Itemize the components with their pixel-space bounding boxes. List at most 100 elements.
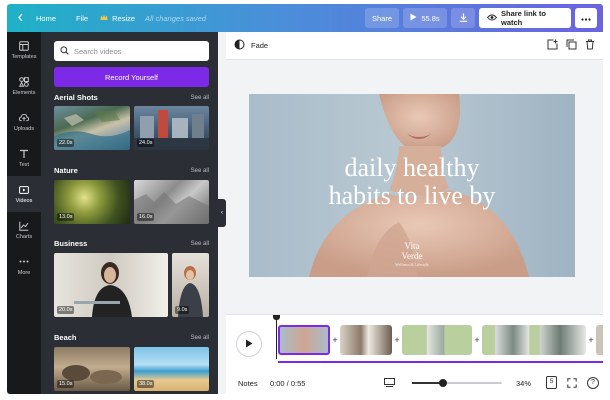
- collapse-panel-button[interactable]: ‹: [218, 199, 226, 227]
- duplicate-icon[interactable]: [566, 39, 577, 52]
- chart-icon: [19, 221, 29, 231]
- rail-item-elements[interactable]: Elements: [7, 68, 41, 104]
- page-count-button[interactable]: 5: [546, 376, 557, 389]
- back-button[interactable]: Home: [7, 8, 62, 28]
- rail-label: Elements: [12, 89, 36, 96]
- crown-icon: [100, 14, 108, 23]
- video-duration: 15.0s: [57, 380, 75, 388]
- timeline-play-button[interactable]: [236, 331, 262, 357]
- chevron-left-icon: ‹: [221, 210, 223, 216]
- download-icon: [459, 13, 468, 24]
- slide-headline-1[interactable]: daily healthy: [249, 154, 575, 182]
- effect-label[interactable]: Fade: [251, 41, 268, 50]
- zoom-level[interactable]: 34%: [516, 379, 531, 388]
- brand-name-2[interactable]: Verde: [249, 251, 575, 261]
- timeline-clip[interactable]: [278, 325, 330, 355]
- video-duration: 24.0s: [137, 139, 155, 147]
- play-icon: [245, 339, 253, 350]
- play-duration: 55.8s: [421, 13, 440, 23]
- app-window: Home File Resize All changes saved Share…: [7, 4, 603, 394]
- editor-actions: [547, 39, 595, 52]
- zoom-knob[interactable]: [438, 379, 447, 387]
- chevron-left-icon: [17, 13, 24, 24]
- play-icon: [410, 13, 417, 23]
- rail-item-charts[interactable]: Charts: [7, 212, 41, 248]
- see-all-link[interactable]: See all: [191, 168, 209, 174]
- video-icon: [19, 185, 29, 195]
- rail-item-videos[interactable]: Videos: [7, 176, 41, 212]
- search-icon: [60, 45, 69, 57]
- timeline: + + + +: [226, 314, 603, 372]
- section-title: Beach: [54, 333, 77, 342]
- section-header-aerial: Aerial Shots See all: [54, 93, 209, 102]
- zoom-slider[interactable]: [412, 379, 502, 387]
- rail-label: Charts: [15, 233, 33, 240]
- topbar-actions: Share 55.8s Share link to watch: [365, 8, 597, 28]
- template-icon: [19, 40, 29, 51]
- video-duration: 20.0s: [57, 306, 75, 314]
- section-header-nature: Nature See all: [54, 166, 209, 175]
- share-link-label: Share link to watch: [501, 9, 547, 27]
- video-thumbnail[interactable]: 20.0s: [54, 253, 168, 317]
- add-clip-icon[interactable]: +: [392, 335, 402, 345]
- video-duration: 22.0s: [57, 139, 75, 147]
- see-all-link[interactable]: See all: [191, 241, 209, 247]
- brand-name-1[interactable]: Vita: [249, 241, 575, 251]
- record-yourself-button[interactable]: Record Yourself: [54, 67, 209, 87]
- video-thumbnail[interactable]: 13.0s: [54, 180, 130, 224]
- download-button[interactable]: [451, 8, 475, 28]
- rail-label: More: [17, 269, 31, 276]
- slide-canvas[interactable]: daily healthy habits to live by Vita Ver…: [249, 94, 575, 277]
- add-clip-icon[interactable]: +: [472, 335, 482, 345]
- share-link-button[interactable]: Share link to watch: [479, 8, 571, 28]
- timeline-clip[interactable]: [596, 325, 603, 355]
- playhead-marker: [273, 315, 280, 320]
- file-menu[interactable]: File: [70, 8, 94, 28]
- notes-button[interactable]: Notes: [238, 379, 258, 388]
- fullscreen-icon[interactable]: [567, 378, 577, 390]
- video-thumbnail[interactable]: 15.0s: [54, 347, 130, 391]
- video-thumbnail[interactable]: 38.0s: [134, 347, 209, 391]
- side-rail: Templates Elements Uploads Text Videos C…: [7, 32, 41, 394]
- transition-icon[interactable]: [234, 39, 245, 52]
- video-thumbnail[interactable]: 24.0s: [134, 106, 209, 150]
- slide-headline-2[interactable]: habits to live by: [249, 182, 575, 210]
- search-input[interactable]: [74, 46, 194, 56]
- playhead[interactable]: [276, 317, 277, 359]
- brand-tagline[interactable]: Wellness & Lifestyle: [249, 262, 575, 267]
- add-clip-icon[interactable]: +: [586, 335, 596, 345]
- display-mode-icon[interactable]: [384, 378, 395, 389]
- see-all-link[interactable]: See all: [191, 95, 209, 101]
- section-header-business: Business See all: [54, 239, 209, 248]
- rail-item-more[interactable]: More: [7, 248, 41, 284]
- time-readout: 0:00 / 0:55: [270, 379, 306, 388]
- video-thumbnail[interactable]: 16.0s: [134, 180, 209, 224]
- play-preview-button[interactable]: 55.8s: [403, 8, 447, 28]
- text-icon: [19, 149, 29, 159]
- rail-item-text[interactable]: Text: [7, 140, 41, 176]
- timeline-clip[interactable]: [402, 325, 472, 355]
- add-clip-icon[interactable]: +: [330, 335, 340, 345]
- rail-item-uploads[interactable]: Uploads: [7, 104, 41, 140]
- videos-panel: Record Yourself Aerial Shots See all 22.…: [41, 32, 218, 394]
- rail-item-templates[interactable]: Templates: [7, 32, 41, 68]
- video-thumbnail[interactable]: 22.0s: [54, 106, 130, 150]
- upload-icon: [19, 113, 29, 123]
- search-box[interactable]: [54, 41, 209, 61]
- delete-icon[interactable]: [585, 39, 595, 52]
- timeline-clip[interactable]: [340, 325, 392, 355]
- video-duration: 38.0s: [137, 380, 155, 388]
- rail-label: Videos: [15, 197, 33, 204]
- timeline-clip[interactable]: [482, 325, 586, 355]
- help-icon[interactable]: ?: [587, 377, 599, 389]
- elements-icon: [19, 76, 29, 87]
- share-button[interactable]: Share: [365, 8, 399, 28]
- more-horizontal-icon: [581, 14, 591, 23]
- section-title: Nature: [54, 166, 78, 175]
- more-icon: [19, 257, 29, 267]
- more-options-button[interactable]: [575, 8, 597, 28]
- see-all-link[interactable]: See all: [191, 335, 209, 341]
- add-page-icon[interactable]: [547, 39, 558, 52]
- video-thumbnail[interactable]: 9.0s: [172, 253, 209, 317]
- resize-button[interactable]: Resize: [94, 8, 141, 28]
